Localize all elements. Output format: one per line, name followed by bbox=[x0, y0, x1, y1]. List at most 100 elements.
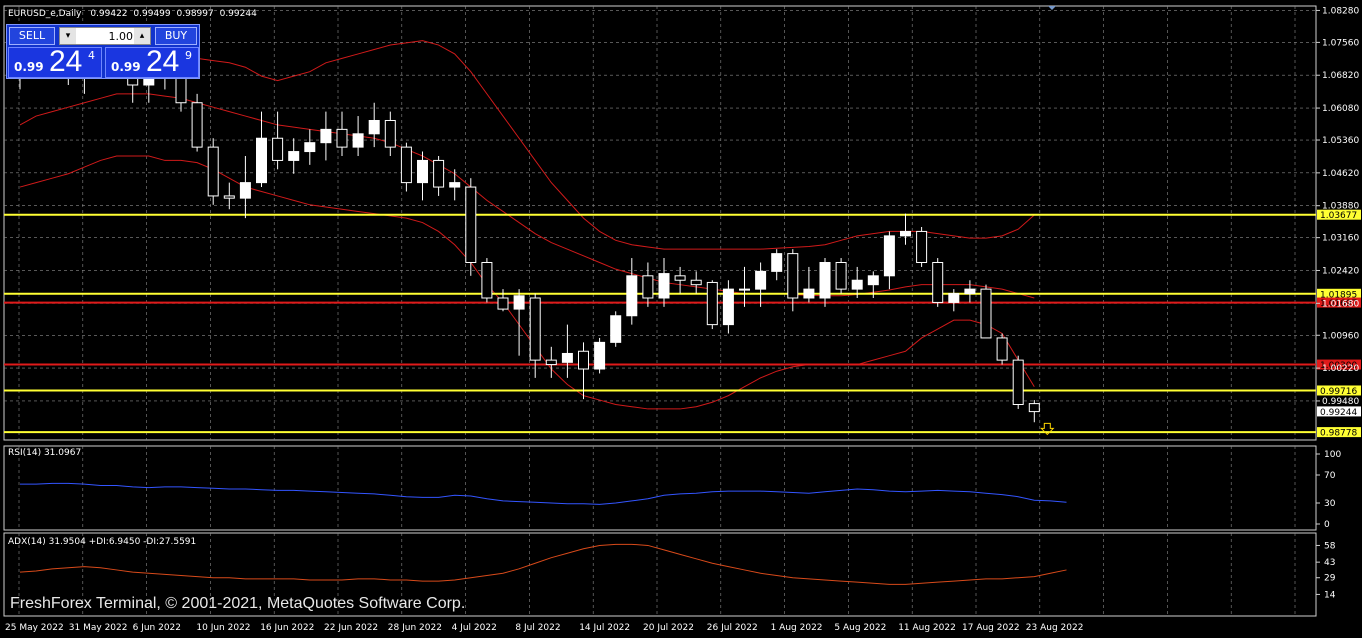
adx-level-label: 58 bbox=[1324, 541, 1336, 551]
ohlc-high: 0.99499 bbox=[133, 9, 170, 19]
price-tick-label: 0.99480 bbox=[1322, 397, 1359, 407]
date-label: 28 Jun 2022 bbox=[388, 623, 442, 633]
candle-body bbox=[400, 146, 412, 184]
date-label: 6 Jun 2022 bbox=[133, 623, 181, 633]
candle-body bbox=[1028, 403, 1040, 413]
candle-body bbox=[594, 341, 606, 370]
adx-level-label: 43 bbox=[1324, 558, 1335, 568]
sell-price-box[interactable]: 0.99 24 4 bbox=[8, 45, 102, 78]
chart-background bbox=[0, 0, 1362, 638]
date-label: 17 Aug 2022 bbox=[962, 623, 1020, 633]
candle-body bbox=[948, 293, 960, 303]
date-label: 31 May 2022 bbox=[69, 623, 128, 633]
candle-body bbox=[900, 230, 911, 237]
candle-body bbox=[996, 337, 1008, 361]
candle-body bbox=[626, 275, 638, 317]
sell-price-big: 24 bbox=[49, 45, 83, 78]
date-label: 4 Jul 2022 bbox=[452, 623, 497, 633]
lot-size-stepper[interactable]: ▾ ▴ bbox=[59, 27, 151, 45]
date-label: 10 Jun 2022 bbox=[196, 623, 250, 633]
one-click-trade-panel: SELL ▾ ▴ BUY 0.99 24 4 0.99 24 9 bbox=[6, 24, 200, 79]
price-tick-label: 1.03160 bbox=[1322, 234, 1359, 244]
price-tick-label: 1.07560 bbox=[1322, 38, 1359, 48]
sell-price-pipette: 4 bbox=[88, 49, 95, 62]
candle-body bbox=[722, 288, 734, 326]
sell-price-prefix: 0.99 bbox=[14, 60, 44, 74]
rsi-level-label: 100 bbox=[1324, 450, 1341, 460]
ohlc-open: 0.99422 bbox=[90, 9, 127, 19]
rsi-caption: RSI(14) 31.0967 bbox=[8, 448, 81, 458]
price-tick-label: 1.06820 bbox=[1322, 71, 1359, 81]
date-label: 1 Aug 2022 bbox=[771, 623, 823, 633]
candle-body bbox=[561, 352, 573, 363]
candle-body bbox=[578, 350, 589, 370]
price-tick-label: 1.00220 bbox=[1322, 364, 1359, 374]
date-label: 8 Jul 2022 bbox=[515, 623, 560, 633]
candle-body bbox=[706, 281, 718, 326]
candle-body bbox=[867, 275, 879, 286]
price-tick-label: 1.05360 bbox=[1322, 136, 1359, 146]
candle-body bbox=[320, 128, 332, 144]
candle-body bbox=[545, 359, 557, 366]
candle-body bbox=[191, 102, 203, 148]
candle-body bbox=[642, 275, 654, 299]
rsi-level-label: 0 bbox=[1324, 520, 1330, 530]
candle-body bbox=[449, 182, 461, 188]
hline-label: 0.98778 bbox=[1320, 429, 1357, 439]
price-tick-label: 1.03880 bbox=[1322, 202, 1359, 212]
current-price-label: 0.99244 bbox=[1320, 408, 1357, 418]
lot-size-input[interactable] bbox=[77, 28, 133, 44]
candle-body bbox=[1012, 359, 1024, 405]
candle-body bbox=[755, 270, 767, 290]
buy-price-pipette: 9 bbox=[185, 49, 192, 62]
adx-level-label: 14 bbox=[1324, 590, 1336, 600]
candle-body bbox=[771, 253, 783, 272]
candle-body bbox=[835, 261, 847, 290]
symbol-title: EURUSD_e,Daily bbox=[8, 9, 82, 19]
candle-body bbox=[803, 288, 815, 299]
candle-body bbox=[690, 279, 702, 286]
candle-body bbox=[529, 297, 541, 361]
candle-body bbox=[272, 137, 284, 161]
price-tick-label: 1.00960 bbox=[1322, 331, 1359, 341]
candle-body bbox=[239, 182, 251, 199]
rsi-level-label: 30 bbox=[1324, 499, 1336, 509]
date-label: 14 Jul 2022 bbox=[579, 623, 630, 633]
chart-canvas: 1.036771.018951.016971.003000.997160.987… bbox=[0, 0, 1362, 638]
candle-body bbox=[674, 275, 686, 281]
date-label: 20 Jul 2022 bbox=[643, 623, 694, 633]
candle-body bbox=[433, 159, 445, 188]
date-label: 25 May 2022 bbox=[5, 623, 64, 633]
symbol-caption: EURUSD_e,Daily 0.99422 0.99499 0.98997 0… bbox=[8, 9, 257, 19]
ohlc-close: 0.99244 bbox=[220, 9, 257, 19]
lot-increment-icon[interactable]: ▴ bbox=[134, 28, 150, 44]
date-label: 16 Jun 2022 bbox=[260, 623, 314, 633]
adx-level-label: 29 bbox=[1324, 574, 1336, 584]
candle-body bbox=[304, 142, 316, 153]
rsi-level-label: 70 bbox=[1324, 471, 1336, 481]
candle-body bbox=[658, 273, 670, 299]
candle-body bbox=[513, 295, 525, 310]
date-label: 26 Jul 2022 bbox=[707, 623, 758, 633]
candle-body bbox=[980, 288, 992, 339]
candle-body bbox=[223, 195, 235, 199]
candle-body bbox=[288, 151, 300, 161]
candle-body bbox=[256, 137, 267, 184]
buy-price-box[interactable]: 0.99 24 9 bbox=[105, 45, 199, 78]
candle-body bbox=[787, 253, 799, 299]
buy-button[interactable]: BUY bbox=[155, 27, 197, 45]
price-tick-label: 1.01680 bbox=[1322, 299, 1359, 309]
hline-label: 1.03677 bbox=[1320, 211, 1357, 221]
candle-body bbox=[932, 261, 944, 303]
candle-body bbox=[352, 133, 364, 148]
price-tick-label: 1.08280 bbox=[1322, 6, 1359, 16]
date-label: 22 Jun 2022 bbox=[324, 623, 378, 633]
ohlc-low: 0.98997 bbox=[177, 9, 214, 19]
price-tick-label: 1.02420 bbox=[1322, 266, 1359, 276]
lot-dropdown-icon[interactable]: ▾ bbox=[60, 28, 76, 44]
candle-body bbox=[851, 279, 863, 290]
sell-button[interactable]: SELL bbox=[9, 27, 55, 45]
date-label: 5 Aug 2022 bbox=[834, 623, 886, 633]
candle-body bbox=[916, 230, 928, 263]
price-tick-label: 1.04620 bbox=[1322, 169, 1359, 179]
